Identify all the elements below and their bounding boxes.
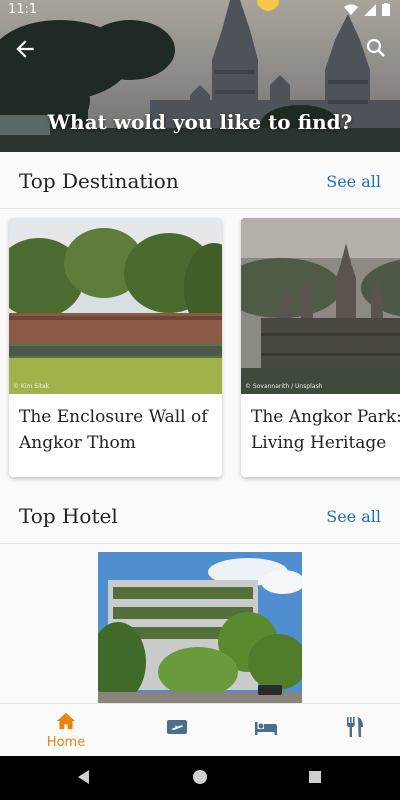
hero-title: What wold you like to find? <box>47 110 353 134</box>
see-all-destinations-link[interactable]: See all <box>326 172 381 191</box>
nav-restaurants[interactable] <box>305 704 400 757</box>
nav-home[interactable]: Home <box>16 704 116 757</box>
nav-hotels[interactable] <box>216 704 316 757</box>
recents-nav-icon[interactable] <box>309 771 321 783</box>
nav-home-label: Home <box>46 735 86 750</box>
destination-card-title: The Enclosure Wall of Angkor Thom <box>19 407 208 453</box>
bottom-navigation: Home <box>0 703 400 756</box>
system-nav-icons <box>78 770 321 784</box>
app-screen: 11:1 What wold you like to find? Top Des… <box>0 0 400 800</box>
battery-icon <box>382 3 390 16</box>
restaurant-icon <box>347 717 363 737</box>
nav-flights[interactable] <box>127 704 227 757</box>
top-hotel-header: Top Hotel See all <box>0 488 400 544</box>
hero-banner: 11:1 What wold you like to find? <box>0 0 400 152</box>
destination-image <box>241 218 400 394</box>
destination-image <box>9 218 222 394</box>
section-title: Top Hotel <box>19 504 118 528</box>
top-destination-header: Top Destination See all <box>0 153 400 209</box>
home-nav-icon[interactable] <box>193 770 207 784</box>
signal-icon <box>364 3 376 16</box>
hotel-card[interactable] <box>98 552 302 704</box>
see-all-hotels-link[interactable]: See all <box>326 507 381 526</box>
back-button[interactable] <box>12 36 38 62</box>
status-icons <box>344 3 390 16</box>
destination-card[interactable]: © Sovannarith / Unsplash The Angkor Park… <box>241 218 400 477</box>
arrow-back-icon <box>16 40 34 58</box>
destination-card[interactable]: © Kim Sitak The Enclosure Wall of Angkor… <box>9 218 222 477</box>
home-icon <box>57 712 75 730</box>
image-credit: © Sovannarith / Unsplash <box>245 383 323 390</box>
image-credit: © Kim Sitak <box>13 383 50 390</box>
back-nav-icon[interactable] <box>78 770 89 784</box>
hotel-image <box>98 552 302 704</box>
section-title: Top Destination <box>19 169 179 193</box>
search-icon <box>366 38 385 57</box>
bed-icon <box>255 722 277 735</box>
status-time: 11:1 <box>8 2 38 17</box>
flight-ticket-icon <box>167 720 187 734</box>
destination-card-title: The Angkor Park: A Living Heritage <box>251 407 400 453</box>
search-button[interactable] <box>364 36 390 62</box>
system-navigation-bar <box>0 756 400 800</box>
wifi-icon <box>344 4 358 15</box>
